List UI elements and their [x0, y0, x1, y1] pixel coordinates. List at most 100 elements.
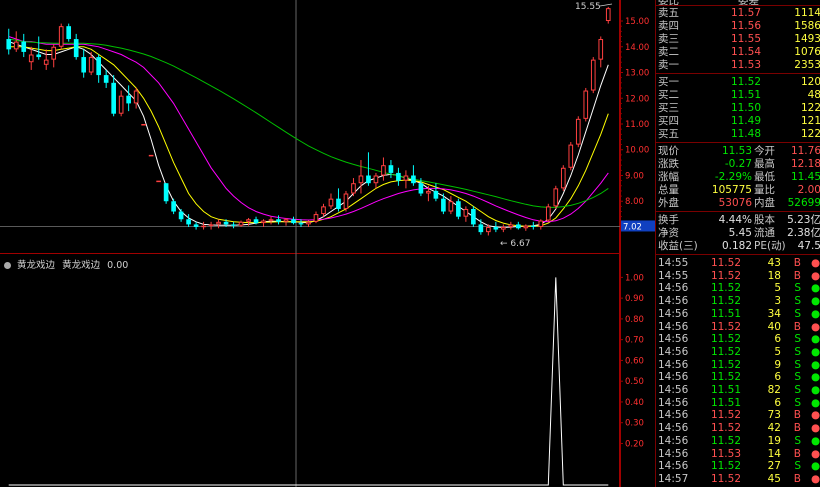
bid-price: 11.49: [730, 115, 761, 127]
tick-volume: 82: [767, 384, 781, 396]
trade-tick-row: 14:56 11.52 73 B ●: [656, 409, 820, 422]
finance-value: 5.45: [728, 227, 752, 239]
finance-value: 4.44%: [718, 214, 752, 226]
tick-side: B: [793, 257, 801, 269]
tick-price: 11.51: [710, 307, 741, 320]
price-tick-label: 15.00: [625, 17, 649, 27]
tick-dot: ●: [811, 472, 820, 485]
tick-volume: 34: [767, 307, 781, 320]
tick-dot: ●: [811, 320, 820, 333]
candle-body: [96, 57, 101, 76]
candle-body: [268, 219, 274, 221]
candle-body: [208, 224, 214, 226]
bid-volume: 48: [807, 89, 820, 101]
tick-time: 14:56: [658, 447, 689, 460]
tick-side: B: [793, 320, 801, 333]
candle-body: [58, 26, 64, 47]
candle-body: [6, 39, 12, 50]
stat-value-2: 2.00: [797, 184, 820, 196]
candle-body: [216, 221, 221, 225]
candle-body: [516, 224, 521, 229]
candle-body: [66, 26, 72, 40]
tick-price: 11.51: [710, 396, 741, 409]
finance-value: 0.182: [721, 240, 752, 252]
tick-side: S: [794, 282, 801, 295]
indicator-tick-label: 1.00: [625, 273, 644, 283]
ask-volume: 1586: [794, 20, 820, 32]
tick-time: 14:56: [658, 422, 689, 435]
tick-price: 11.52: [710, 358, 741, 371]
stat-value: 11.53: [721, 145, 752, 157]
candle-body: [36, 54, 42, 58]
indicator-series-line: [8, 277, 609, 486]
candle-body: [13, 41, 19, 50]
trade-tick-row: 14:56 11.52 5 S ●: [656, 282, 820, 295]
tick-dot: ●: [811, 307, 820, 320]
bid-volume: 120: [800, 76, 820, 88]
tick-time: 14:56: [658, 333, 689, 346]
candle-body: [81, 57, 87, 73]
current-price-label: 7.02: [623, 222, 642, 232]
stat-value: 53076: [718, 197, 752, 209]
bid-label: 买二: [658, 89, 679, 101]
candle-body: [103, 75, 109, 83]
ask-label: 卖一: [658, 59, 679, 71]
candle-body: [545, 206, 551, 221]
tick-price: 11.52: [710, 434, 741, 447]
tick-side: S: [794, 358, 801, 371]
candle-body: [373, 175, 379, 184]
bid-row: 买五 11.48 122: [656, 128, 820, 141]
separator: [656, 5, 820, 6]
separator: [656, 254, 820, 255]
price-tick-label: 11.00: [625, 120, 649, 130]
stat-label-2: 最高: [754, 158, 775, 170]
tick-dot: ●: [811, 282, 820, 295]
main-chart-grid: [0, 0, 620, 255]
tick-dot: ●: [811, 434, 820, 447]
candle-body: [568, 144, 574, 168]
ask-row: 卖五 11.57 1114: [656, 7, 820, 20]
tick-volume: 14: [767, 447, 781, 460]
bid-label: 买四: [658, 115, 679, 127]
candle-body: [448, 201, 454, 212]
ask-row: 卖四 11.56 1586: [656, 20, 820, 33]
tick-side: B: [793, 422, 801, 435]
candle-body: [583, 90, 589, 119]
candlestick-chart[interactable]: 15.55 ← 6.67: [0, 0, 620, 255]
ask-label: 卖三: [658, 33, 679, 45]
ask-label: 卖二: [658, 46, 679, 58]
candle-body: [141, 124, 146, 126]
tick-side: S: [794, 460, 801, 473]
candle-body: [366, 175, 371, 184]
trade-tick-row: 14:56 11.52 6 S ●: [656, 371, 820, 384]
bid-volume: 121: [800, 115, 820, 127]
tick-time: 14:56: [658, 345, 689, 358]
bid-row: 买一 11.52 120: [656, 76, 820, 89]
tick-volume: 45: [767, 472, 781, 485]
ask-volume: 1114: [794, 7, 820, 19]
finance-value-2: 47.5: [797, 240, 820, 252]
candle-body: [73, 39, 79, 58]
tick-volume: 40: [767, 320, 781, 333]
ask-volume: 2353: [794, 59, 820, 71]
tick-time: 14:56: [658, 295, 689, 308]
stat-label-2: 量比: [754, 184, 775, 196]
candle-body: [358, 175, 364, 184]
bid-volume: 122: [800, 128, 820, 140]
candle-body: [478, 224, 484, 233]
tick-dot: ●: [811, 447, 820, 460]
indicator-tick-label: 0.40: [625, 398, 644, 408]
candle-body: [336, 198, 341, 209]
indicator-chart[interactable]: [0, 255, 620, 487]
tick-side: S: [794, 307, 801, 320]
trade-tick-row: 14:56 11.52 42 B ●: [656, 422, 820, 435]
tick-price: 11.51: [710, 384, 741, 396]
candle-body: [118, 95, 124, 114]
tick-price: 11.52: [710, 282, 741, 295]
candle-body: [193, 224, 199, 227]
tick-volume: 43: [767, 257, 781, 269]
tick-price: 11.52: [710, 345, 741, 358]
bid-price: 11.48: [730, 128, 761, 140]
tick-side: S: [794, 345, 801, 358]
bid-label: 买一: [658, 76, 679, 88]
